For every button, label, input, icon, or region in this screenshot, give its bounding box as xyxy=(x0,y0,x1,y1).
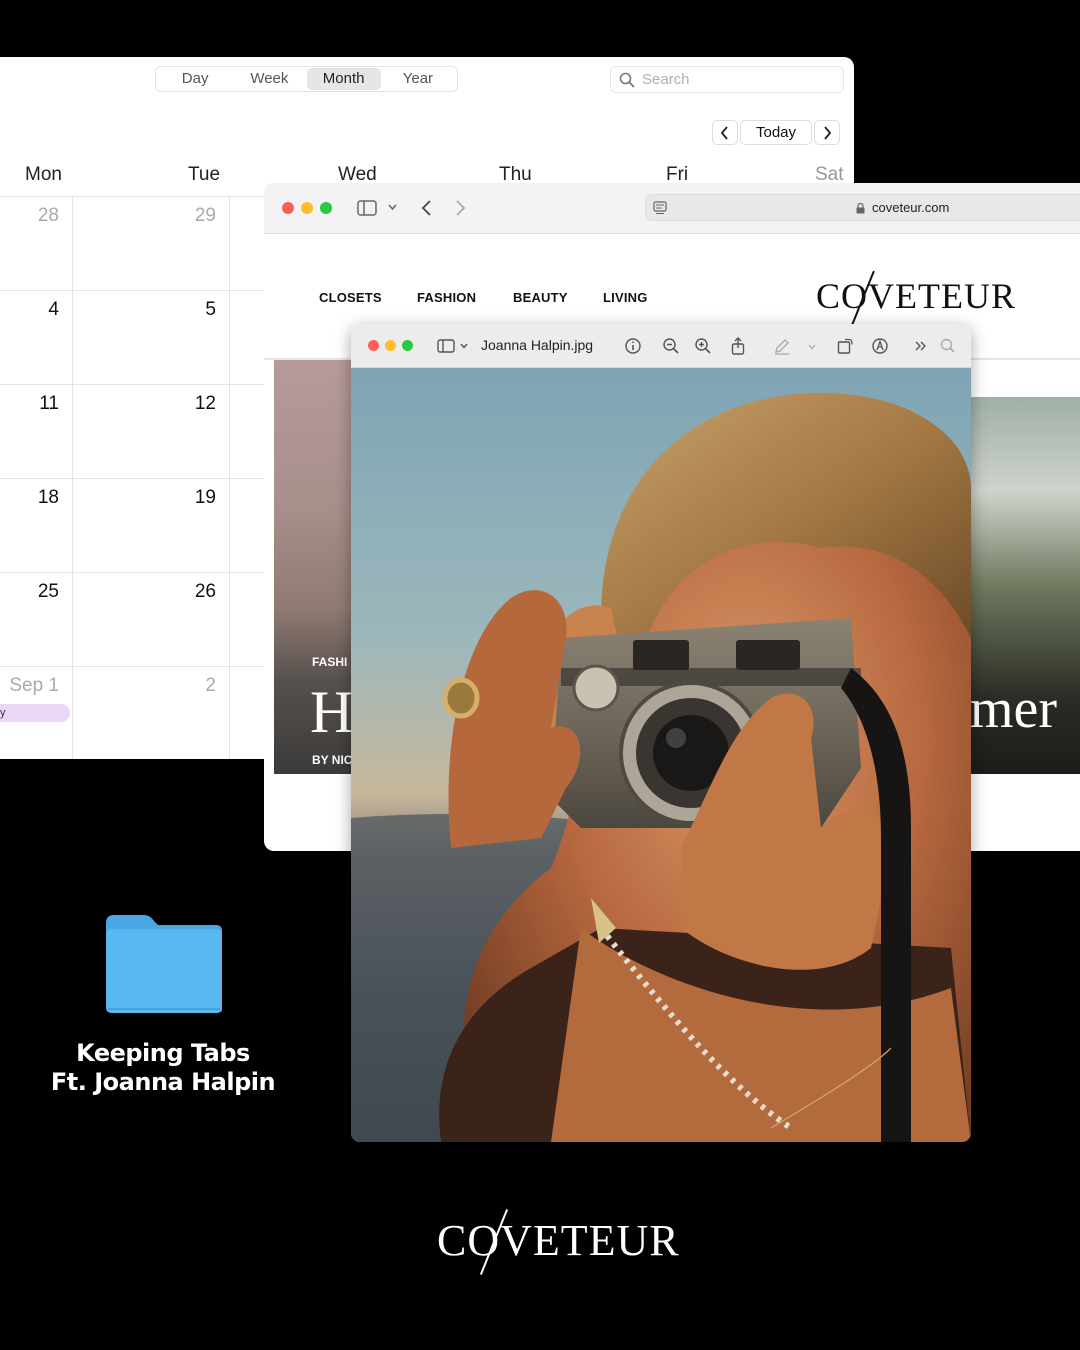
zoom-window-button[interactable] xyxy=(320,202,332,214)
folder-label-line1: Keeping Tabs xyxy=(76,1039,250,1067)
view-year-button[interactable]: Year xyxy=(381,68,455,90)
photo-illustration xyxy=(351,368,971,1142)
view-week-button[interactable]: Week xyxy=(232,68,306,90)
nav-link-beauty[interactable]: BEAUTY xyxy=(513,290,568,305)
more-icon[interactable] xyxy=(911,336,931,356)
search-placeholder: Search xyxy=(642,71,690,88)
view-segmented-control: Day Week Month Year xyxy=(155,66,458,92)
minimize-window-button[interactable] xyxy=(301,202,313,214)
chevron-left-icon xyxy=(720,125,728,140)
chevron-down-icon[interactable] xyxy=(388,204,397,211)
day-cell-mon[interactable]: 18 xyxy=(19,487,59,509)
day-cell-tue[interactable]: 2 xyxy=(176,675,216,697)
zoom-in-icon[interactable] xyxy=(693,336,713,356)
day-cell-mon[interactable]: Sep 1 xyxy=(0,675,59,697)
article-byline: BY NIC xyxy=(312,753,353,767)
article-card[interactable]: mer xyxy=(970,397,1080,774)
calendar-search-field[interactable]: Search xyxy=(610,66,844,93)
forward-icon[interactable] xyxy=(455,199,466,217)
today-button[interactable]: Today xyxy=(740,120,812,145)
article-headline: mer xyxy=(970,678,1058,740)
share-icon[interactable] xyxy=(728,336,748,356)
lock-icon xyxy=(856,203,865,214)
day-cell-mon[interactable]: 11 xyxy=(19,393,59,415)
weekday-header-mon: Mon xyxy=(25,164,62,185)
day-cell-tue[interactable]: 29 xyxy=(176,205,216,227)
weekday-header-tue: Tue xyxy=(188,164,221,185)
rotate-icon[interactable] xyxy=(835,336,855,356)
preview-window: Joanna Halpin.jpg xyxy=(351,324,971,1142)
day-cell-mon[interactable]: 28 xyxy=(19,205,59,227)
chevron-right-icon xyxy=(824,125,832,140)
close-window-button[interactable] xyxy=(368,340,379,351)
site-logo[interactable]: COVETEUR xyxy=(816,270,1016,326)
article-headline: H xyxy=(310,679,354,745)
address-bar[interactable]: coveteur.com xyxy=(645,194,1080,221)
article-category: FASHI xyxy=(312,655,348,669)
view-month-button[interactable]: Month xyxy=(306,68,381,90)
chevron-down-icon[interactable] xyxy=(808,344,816,350)
chevron-down-icon[interactable] xyxy=(460,343,468,349)
zoom-window-button[interactable] xyxy=(402,340,413,351)
day-cell-tue[interactable]: 19 xyxy=(176,487,216,509)
minimize-window-button[interactable] xyxy=(385,340,396,351)
day-cell-tue[interactable]: 12 xyxy=(176,393,216,415)
grid-line xyxy=(229,196,230,759)
day-cell-tue[interactable]: 5 xyxy=(176,299,216,321)
event-title: y xyxy=(0,707,6,719)
info-icon[interactable] xyxy=(623,336,643,356)
calendar-event[interactable]: y xyxy=(0,704,70,722)
markup-icon[interactable] xyxy=(870,336,890,356)
day-cell-mon[interactable]: 4 xyxy=(19,299,59,321)
search-icon[interactable] xyxy=(938,336,958,356)
previous-month-button[interactable] xyxy=(712,120,738,145)
footer-logo: COVETEUR xyxy=(437,1209,680,1275)
footer-logo-text: COVETEUR xyxy=(437,1216,680,1265)
next-month-button[interactable] xyxy=(814,120,840,145)
preview-toolbar: Joanna Halpin.jpg xyxy=(351,324,971,368)
search-icon xyxy=(619,72,635,87)
nav-link-living[interactable]: LIVING xyxy=(603,290,648,305)
file-title: Joanna Halpin.jpg xyxy=(481,337,594,353)
close-window-button[interactable] xyxy=(282,202,294,214)
folder-icon[interactable] xyxy=(104,913,224,1015)
zoom-out-icon[interactable] xyxy=(661,336,681,356)
photo-image xyxy=(351,368,971,1142)
markup-pen-icon[interactable] xyxy=(772,336,792,356)
sidebar-icon[interactable] xyxy=(357,200,377,216)
folder-label-line2: Ft. Joanna Halpin xyxy=(50,1068,276,1096)
nav-link-fashion[interactable]: FASHION xyxy=(417,290,476,305)
grid-line xyxy=(72,196,73,759)
url-text: coveteur.com xyxy=(872,200,950,215)
day-cell-tue[interactable]: 26 xyxy=(176,581,216,603)
day-cell-mon[interactable]: 25 xyxy=(19,581,59,603)
site-logo-text: COVETEUR xyxy=(816,276,1016,316)
view-day-button[interactable]: Day xyxy=(158,68,232,90)
back-icon[interactable] xyxy=(421,199,432,217)
page-menu-icon[interactable] xyxy=(653,201,667,215)
nav-link-closets[interactable]: CLOSETS xyxy=(319,290,382,305)
browser-toolbar: coveteur.com xyxy=(264,183,1080,234)
sidebar-icon[interactable] xyxy=(437,339,455,353)
